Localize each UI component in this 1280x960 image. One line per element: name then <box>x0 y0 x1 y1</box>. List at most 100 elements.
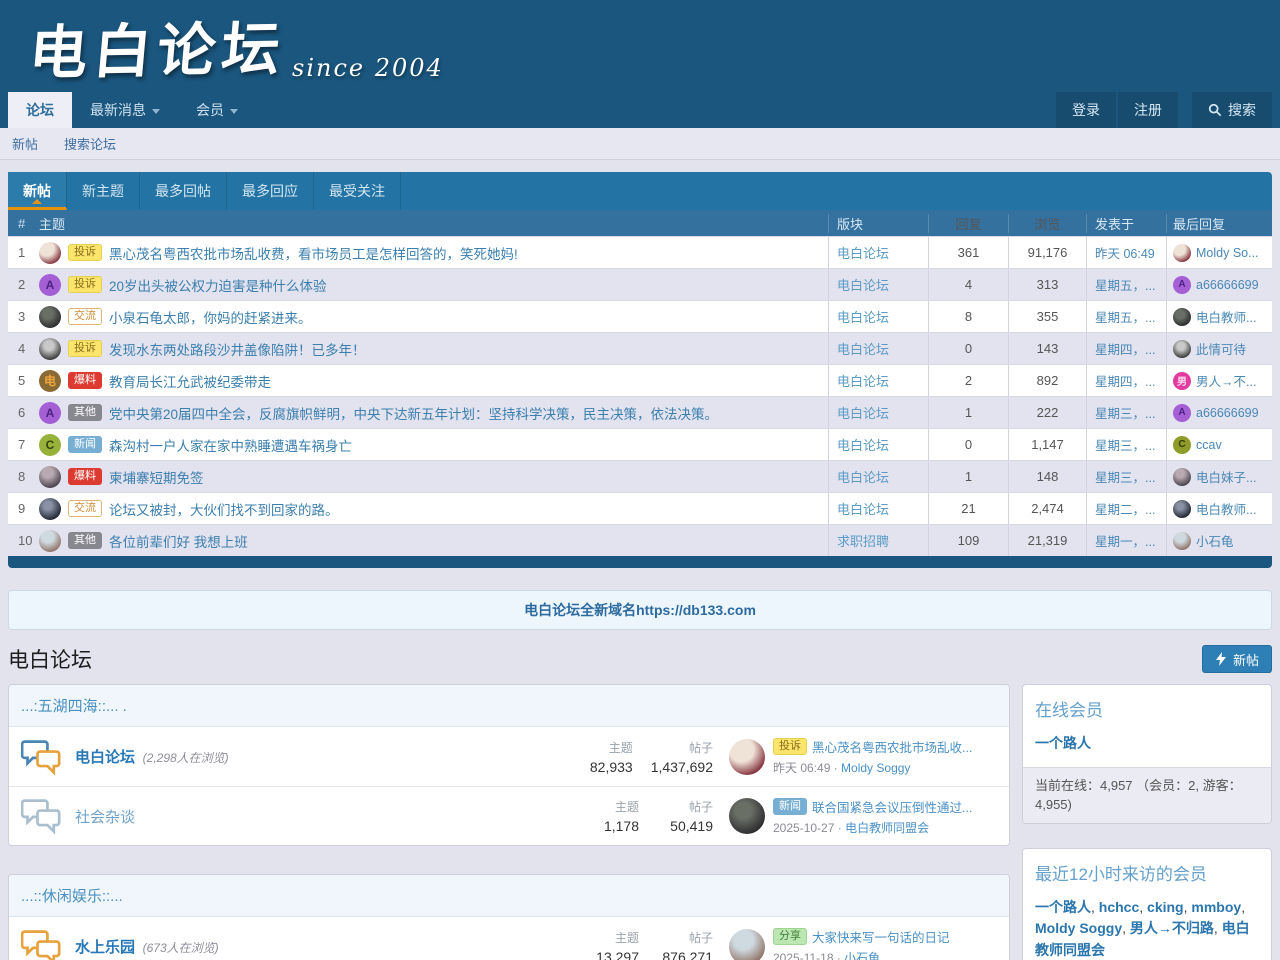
avatar[interactable] <box>39 306 61 328</box>
last-post-avatar[interactable] <box>729 929 765 960</box>
tab-most-reactions[interactable]: 最多回应 <box>227 172 314 210</box>
topic-title-link[interactable]: 森沟村一户人家在家中熟睡遭遇车祸身亡 <box>109 435 352 455</box>
topic-title-link[interactable]: 柬埔寨短期免签 <box>109 467 204 487</box>
last-reply-user-link[interactable]: 电白教师... <box>1196 307 1256 326</box>
last-reply-avatar[interactable]: C <box>1173 436 1191 454</box>
prefix-badge[interactable]: 交流 <box>68 308 102 325</box>
forum-link[interactable]: 电白论坛 <box>837 339 889 358</box>
nav-tab-members[interactable]: 会员 <box>178 92 256 128</box>
posted-date-link[interactable]: 星期四，... <box>1095 371 1155 390</box>
topic-title-link[interactable]: 20岁出头被公权力迫害是种什么体验 <box>109 275 327 295</box>
notice-text[interactable]: 电白论坛全新域名https://db133.com <box>524 600 756 620</box>
forum-link[interactable]: 电白论坛 <box>837 243 889 262</box>
posted-date-link[interactable]: 星期四，... <box>1095 339 1155 358</box>
forum-link[interactable]: 求职招聘 <box>837 531 889 550</box>
posted-date-link[interactable]: 星期二，... <box>1095 499 1155 518</box>
site-logo[interactable]: 电白论坛 since 2004 <box>30 4 444 88</box>
avatar[interactable] <box>39 338 61 360</box>
forum-link[interactable]: 电白论坛 <box>837 467 889 486</box>
tab-new-posts[interactable]: 新帖 <box>8 172 67 210</box>
avatar[interactable]: A <box>39 402 61 424</box>
last-reply-avatar[interactable] <box>1173 308 1191 326</box>
subnav-new-posts[interactable]: 新帖 <box>12 134 38 153</box>
last-reply-user-link[interactable]: a66666699 <box>1196 278 1259 292</box>
forum-link[interactable]: 电白论坛 <box>837 275 889 294</box>
last-post-user-link[interactable]: Moldy Soggy <box>841 761 910 775</box>
visitor-link[interactable]: 男人→不归路 <box>1130 920 1214 936</box>
last-post-avatar[interactable] <box>729 798 765 834</box>
last-reply-avatar[interactable]: A <box>1173 404 1191 422</box>
last-post-title-link[interactable]: 联合国紧急会议压倒性通过... <box>812 797 972 816</box>
new-thread-button[interactable]: 新帖 <box>1202 645 1272 673</box>
tab-most-watched[interactable]: 最受关注 <box>314 172 401 210</box>
prefix-badge[interactable]: 交流 <box>68 500 102 517</box>
topic-title-link[interactable]: 各位前辈们好 我想上班 <box>109 531 248 551</box>
prefix-badge[interactable]: 投诉 <box>68 276 102 293</box>
prefix-badge[interactable]: 爆料 <box>68 468 102 485</box>
last-reply-user-link[interactable]: 电白教师... <box>1196 499 1256 518</box>
posted-date-link[interactable]: 星期三，... <box>1095 403 1155 422</box>
forum-link[interactable]: 电白论坛 <box>837 307 889 326</box>
last-reply-user-link[interactable]: Moldy So... <box>1196 246 1259 260</box>
avatar[interactable]: A <box>39 274 61 296</box>
prefix-badge[interactable]: 爆料 <box>68 372 102 389</box>
prefix-badge[interactable]: 投诉 <box>68 244 102 261</box>
forum-link[interactable]: 电白论坛 <box>837 499 889 518</box>
avatar[interactable]: 电 <box>39 370 61 392</box>
posted-date-link[interactable]: 星期三，... <box>1095 467 1155 486</box>
last-post-user-link[interactable]: 小石龟 <box>844 951 880 960</box>
prefix-badge[interactable]: 新闻 <box>68 436 102 453</box>
category-title-link[interactable]: ...::休闲娱乐::... <box>21 888 123 905</box>
nav-tab-forums[interactable]: 论坛 <box>8 92 72 128</box>
topic-title-link[interactable]: 黑心茂名粤西农批市场乱收费，看市场员工是怎样回答的，笑死她妈! <box>109 243 518 263</box>
last-reply-avatar[interactable] <box>1173 532 1191 550</box>
topic-title-link[interactable]: 党中央第20届四中全会，反腐旗帜鲜明，中央下达新五年计划：坚持科学决策，民主决策… <box>109 403 718 423</box>
posted-date-link[interactable]: 星期五，... <box>1095 275 1155 294</box>
visitor-link[interactable]: Moldy Soggy <box>1035 920 1122 936</box>
tab-new-threads[interactable]: 新主题 <box>67 172 140 210</box>
posted-date-link[interactable]: 昨天 06:49 <box>1095 243 1155 262</box>
posted-date-link[interactable]: 星期五，... <box>1095 307 1155 326</box>
last-reply-avatar[interactable]: A <box>1173 276 1191 294</box>
last-reply-avatar[interactable] <box>1173 468 1191 486</box>
last-reply-user-link[interactable]: 男人→不... <box>1196 371 1256 390</box>
last-reply-user-link[interactable]: a66666699 <box>1196 406 1259 420</box>
last-reply-avatar[interactable] <box>1173 500 1191 518</box>
last-reply-user-link[interactable]: 电白妹子... <box>1196 467 1256 486</box>
last-post-user-link[interactable]: 电白教师同盟会 <box>845 821 929 835</box>
prefix-badge[interactable]: 其他 <box>68 532 102 549</box>
topic-title-link[interactable]: 论坛又被封，大伙们找不到回家的路。 <box>109 499 339 519</box>
visitor-link[interactable]: 一个路人 <box>1035 899 1091 915</box>
visitor-link[interactable]: cking <box>1147 899 1184 915</box>
forum-link[interactable]: 电白论坛 <box>837 435 889 454</box>
forum-link[interactable]: 电白论坛 <box>837 371 889 390</box>
prefix-badge[interactable]: 投诉 <box>68 340 102 357</box>
category-title-link[interactable]: ...:五湖四海::... . <box>21 698 127 715</box>
last-reply-avatar[interactable] <box>1173 244 1191 262</box>
topic-title-link[interactable]: 发现水东两处路段沙井盖像陷阱！已多年！ <box>109 339 366 359</box>
visitor-link[interactable]: mmboy <box>1191 899 1241 915</box>
tab-most-replies[interactable]: 最多回帖 <box>140 172 227 210</box>
topic-title-link[interactable]: 小泉石龟太郎，你妈的赶紧进来。 <box>109 307 312 327</box>
subnav-search-forums[interactable]: 搜索论坛 <box>64 134 116 153</box>
recent-visitors-title[interactable]: 最近12小时来访的会员 <box>1035 865 1207 884</box>
avatar[interactable] <box>39 242 61 264</box>
avatar[interactable] <box>39 498 61 520</box>
forum-name-link[interactable]: 社会杂谈 <box>75 809 135 826</box>
forum-name-link[interactable]: 电白论坛 <box>75 749 135 766</box>
nav-tab-whats-new[interactable]: 最新消息 <box>72 92 178 128</box>
posted-date-link[interactable]: 星期三，... <box>1095 435 1155 454</box>
online-member-link[interactable]: 一个路人 <box>1035 735 1091 751</box>
visitor-link[interactable]: hchcc <box>1099 899 1139 915</box>
register-button[interactable]: 注册 <box>1118 92 1178 128</box>
last-reply-user-link[interactable]: ccav <box>1196 438 1222 452</box>
avatar[interactable] <box>39 466 61 488</box>
avatar[interactable] <box>39 530 61 552</box>
posted-date-link[interactable]: 星期一，... <box>1095 531 1155 550</box>
login-button[interactable]: 登录 <box>1056 92 1116 128</box>
last-post-avatar[interactable] <box>729 739 765 775</box>
last-post-title-link[interactable]: 黑心茂名粤西农批市场乱收... <box>812 737 972 756</box>
forum-name-link[interactable]: 水上乐园 <box>75 939 135 956</box>
prefix-badge[interactable]: 其他 <box>68 404 102 421</box>
last-reply-user-link[interactable]: 此情可待 <box>1196 339 1246 358</box>
